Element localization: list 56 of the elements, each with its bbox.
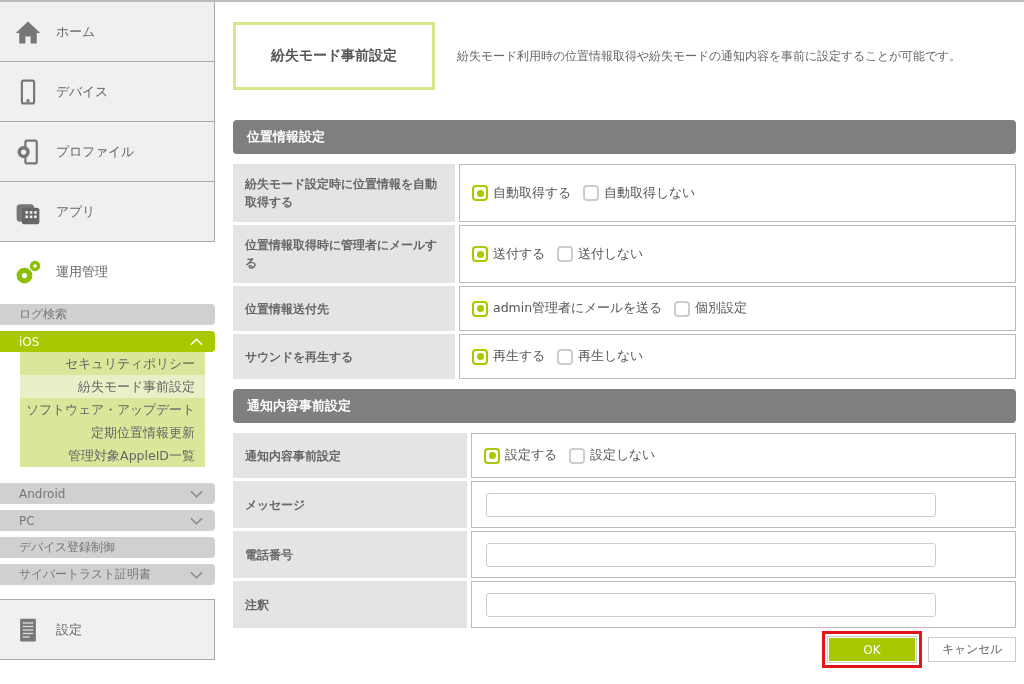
section-header: 位置情報設定 xyxy=(233,120,1016,154)
nav-item[interactable]: ホーム xyxy=(0,2,215,62)
field-label: 通知内容事前設定 xyxy=(233,433,467,478)
chevron-down-icon xyxy=(190,516,203,525)
radio-option[interactable]: 再生する xyxy=(472,348,545,365)
field-label: 位置情報送付先 xyxy=(233,286,455,331)
field-label: 位置情報取得時に管理者にメールする xyxy=(233,225,455,283)
radio-button[interactable] xyxy=(472,348,488,365)
submenu-link[interactable]: 定期位置情報更新 xyxy=(20,421,205,444)
nav-item[interactable]: デバイス xyxy=(0,62,215,122)
submenu-link[interactable]: 管理対象AppleID一覧 xyxy=(20,444,205,467)
submenu-link[interactable]: 紛失モード事前設定 xyxy=(20,375,205,398)
radio-option[interactable]: 自動取得する xyxy=(472,184,571,202)
text-input-field[interactable] xyxy=(486,592,936,617)
field-label: 電話番号 xyxy=(233,531,467,578)
field-label: 紛失モード設定時に位置情報を自動取得する xyxy=(233,164,455,222)
submenu-item[interactable]: デバイス登録制御 xyxy=(0,537,215,558)
radio-button[interactable] xyxy=(557,348,573,365)
nav-item[interactable]: プロファイル xyxy=(0,122,215,182)
field-label: 注釈 xyxy=(233,581,467,628)
text-input-field[interactable] xyxy=(486,492,936,517)
section-header: 通知内容事前設定 xyxy=(233,389,1016,423)
field-label: サウンドを再生する xyxy=(233,334,455,379)
radio-button[interactable] xyxy=(472,246,488,262)
radio-button[interactable] xyxy=(674,300,691,317)
chevron-up-icon xyxy=(190,337,203,346)
radio-option[interactable]: 送付する xyxy=(472,245,545,263)
text-input-field[interactable] xyxy=(486,542,936,567)
radio-button[interactable] xyxy=(569,447,585,464)
cancel-button[interactable]: キャンセル xyxy=(928,637,1016,662)
nav-item[interactable]: アプリ xyxy=(0,182,215,242)
chevron-down-icon xyxy=(190,570,203,579)
radio-option[interactable]: admin管理者にメールを送る xyxy=(472,300,663,317)
submenu-item[interactable]: Android xyxy=(0,483,215,504)
submenu-item[interactable]: PC xyxy=(0,510,215,531)
radio-button[interactable] xyxy=(557,246,573,262)
radio-option[interactable]: 設定しない xyxy=(569,447,655,464)
radio-option[interactable]: 再生しない xyxy=(557,348,643,365)
radio-button[interactable] xyxy=(472,300,488,317)
page-title: 紛失モード事前設定 xyxy=(233,22,435,90)
radio-option[interactable]: 設定する xyxy=(484,447,557,464)
radio-button[interactable] xyxy=(484,447,500,464)
radio-option[interactable]: 個別設定 xyxy=(674,300,748,317)
nav-item[interactable]: 設定 xyxy=(0,599,215,660)
field-label: メッセージ xyxy=(233,481,467,528)
submenu-item[interactable]: ログ検索 xyxy=(0,304,215,325)
radio-option[interactable]: 自動取得しない xyxy=(583,184,695,202)
submenu-item[interactable]: サイバートラスト証明書 xyxy=(0,564,215,585)
page-description: 紛失モード利用時の位置情報取得や紛失モードの通知内容を事前に設定することが可能です。 xyxy=(457,48,961,64)
radio-button[interactable] xyxy=(472,185,488,201)
radio-button[interactable] xyxy=(583,185,599,201)
radio-option[interactable]: 送付しない xyxy=(557,245,643,263)
submenu-link[interactable]: セキュリティポリシー xyxy=(20,352,205,375)
gears-icon xyxy=(14,258,42,286)
chevron-down-icon xyxy=(190,489,203,498)
submenu-link[interactable]: ソフトウェア・アップデート xyxy=(20,398,205,421)
